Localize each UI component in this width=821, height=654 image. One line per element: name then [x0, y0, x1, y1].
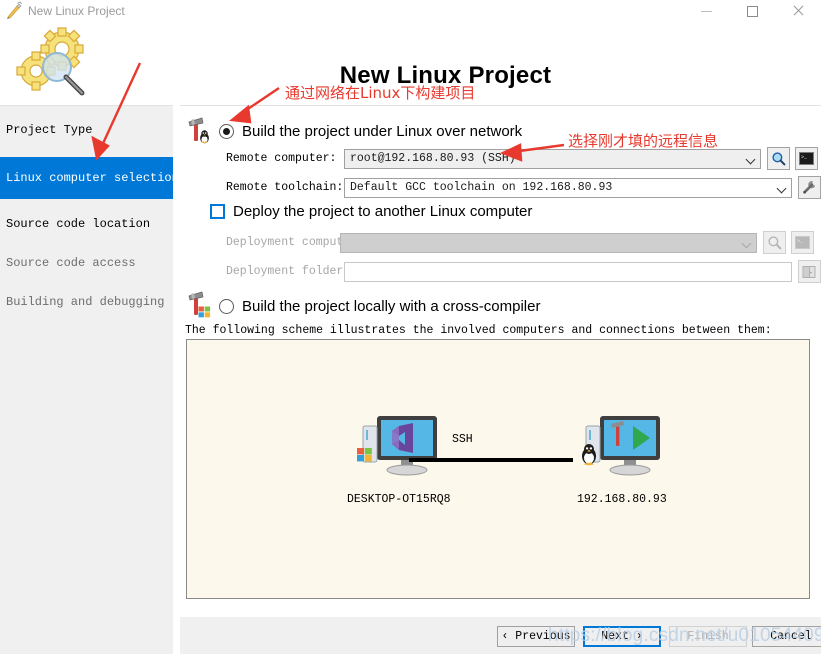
- remote-computer-value: root@192.168.80.93 (SSH): [350, 152, 516, 165]
- remote-toolchain-label: Remote toolchain:: [226, 181, 344, 194]
- deployment-folder-row: Deployment folder:: [226, 260, 821, 283]
- chevron-down-icon: [776, 183, 787, 193]
- terminal-icon: >_: [799, 152, 814, 165]
- sidebar-item-project-type[interactable]: Project Type: [0, 117, 173, 144]
- remote-computer-row: Remote computer: root@192.168.80.93 (SSH…: [226, 147, 818, 170]
- hammer-pencil-icon: [4, 1, 24, 21]
- folder-icon: [802, 265, 816, 278]
- browse-deployment-computer-button: [763, 231, 786, 254]
- scheme-connection-label: SSH: [452, 433, 473, 446]
- open-deployment-terminal-button: >_: [791, 231, 814, 254]
- browse-remote-computer-button[interactable]: [767, 147, 790, 170]
- deployment-folder-label: Deployment folder:: [226, 265, 351, 278]
- chevron-down-icon: [741, 238, 752, 248]
- sidebar-item-source-code-access[interactable]: Source code access: [0, 250, 173, 277]
- remote-computer-combo[interactable]: root@192.168.80.93 (SSH): [344, 148, 761, 169]
- magnifier-icon: [768, 236, 782, 250]
- minimize-button[interactable]: [683, 0, 729, 22]
- radio-build-cross-compiler[interactable]: [219, 298, 234, 314]
- maximize-button[interactable]: [729, 0, 775, 22]
- hammer-linux-icon: [185, 116, 215, 146]
- svg-text:>_: >_: [801, 154, 808, 160]
- option-cross-compiler-label: Build the project locally with a cross-c…: [242, 297, 541, 315]
- deploy-to-another-computer-row[interactable]: Deploy the project to another Linux comp…: [210, 203, 532, 220]
- wizard-sidebar: Project Type Linux computer selection So…: [0, 105, 179, 654]
- deployment-folder-input[interactable]: [344, 261, 792, 282]
- wrench-icon: [803, 181, 816, 194]
- remote-computer-label: Remote computer:: [226, 152, 337, 165]
- close-button[interactable]: [775, 0, 821, 22]
- linux-target-computer-icon: [581, 416, 660, 476]
- scheme-node-remote: 192.168.80.93: [577, 412, 667, 506]
- option-build-over-network[interactable]: Build the project under Linux over netwo…: [185, 116, 522, 146]
- maximize-icon: [746, 5, 758, 17]
- svg-text:>_: >_: [797, 238, 804, 244]
- window-titlebar: New Linux Project: [0, 0, 821, 22]
- cancel-button[interactable]: Cancel: [752, 626, 821, 647]
- option-build-over-network-label: Build the project under Linux over netwo…: [242, 122, 523, 140]
- deployment-computer-combo[interactable]: [340, 232, 757, 253]
- finish-button: Finish: [669, 626, 747, 647]
- scheme-panel: DESKTOP-OT15RQ8 SSH 192.168.80.93: [186, 339, 810, 599]
- remote-toolchain-row: Remote toolchain: Default GCC toolchain …: [226, 176, 821, 199]
- panel-divider: [173, 105, 180, 654]
- previous-button[interactable]: ‹ Previous: [497, 626, 575, 647]
- terminal-icon: >_: [795, 236, 810, 249]
- deployment-computer-row: Deployment computer: >_: [226, 231, 814, 254]
- sidebar-item-linux-computer-selection[interactable]: Linux computer selection: [0, 157, 179, 199]
- radio-build-over-network[interactable]: [219, 123, 234, 139]
- window-title: New Linux Project: [28, 4, 125, 18]
- main-content-panel: Build the project under Linux over netwo…: [180, 105, 821, 609]
- magnifier-icon: [772, 152, 786, 166]
- scheme-note: The following scheme illustrates the inv…: [185, 324, 772, 337]
- sidebar-item-source-code-location[interactable]: Source code location: [0, 211, 173, 238]
- chevron-down-icon: [745, 154, 756, 164]
- wizard-header: New Linux Project: [0, 22, 821, 105]
- close-icon: [792, 5, 804, 17]
- sidebar-item-building-and-debugging[interactable]: Building and debugging: [0, 289, 173, 316]
- page-title: New Linux Project: [339, 62, 552, 89]
- windows-vs-computer-icon: [356, 416, 437, 476]
- scheme-node-remote-label: 192.168.80.93: [577, 493, 667, 506]
- footer-separator: [173, 609, 821, 617]
- scheme-node-local-label: DESKTOP-OT15RQ8: [347, 493, 451, 506]
- wizard-footer: ‹ Previous Next › Finish Cancel: [180, 617, 821, 654]
- minimize-icon: [700, 10, 712, 12]
- deployment-computer-label: Deployment computer:: [226, 236, 365, 249]
- open-remote-terminal-button[interactable]: >_: [795, 147, 818, 170]
- hammer-windows-icon: [185, 291, 215, 321]
- option-build-with-cross-compiler[interactable]: Build the project locally with a cross-c…: [185, 291, 540, 321]
- scheme-connection-line: [409, 458, 573, 462]
- next-button[interactable]: Next ›: [583, 626, 661, 647]
- remote-toolchain-value: Default GCC toolchain on 192.168.80.93: [350, 181, 613, 194]
- deploy-project-label: Deploy the project to another Linux comp…: [233, 203, 533, 220]
- toolchain-settings-button[interactable]: [798, 176, 821, 199]
- checkbox-deploy-project[interactable]: [210, 204, 225, 219]
- remote-toolchain-combo[interactable]: Default GCC toolchain on 192.168.80.93: [344, 177, 792, 198]
- browse-deployment-folder-button: [798, 260, 821, 283]
